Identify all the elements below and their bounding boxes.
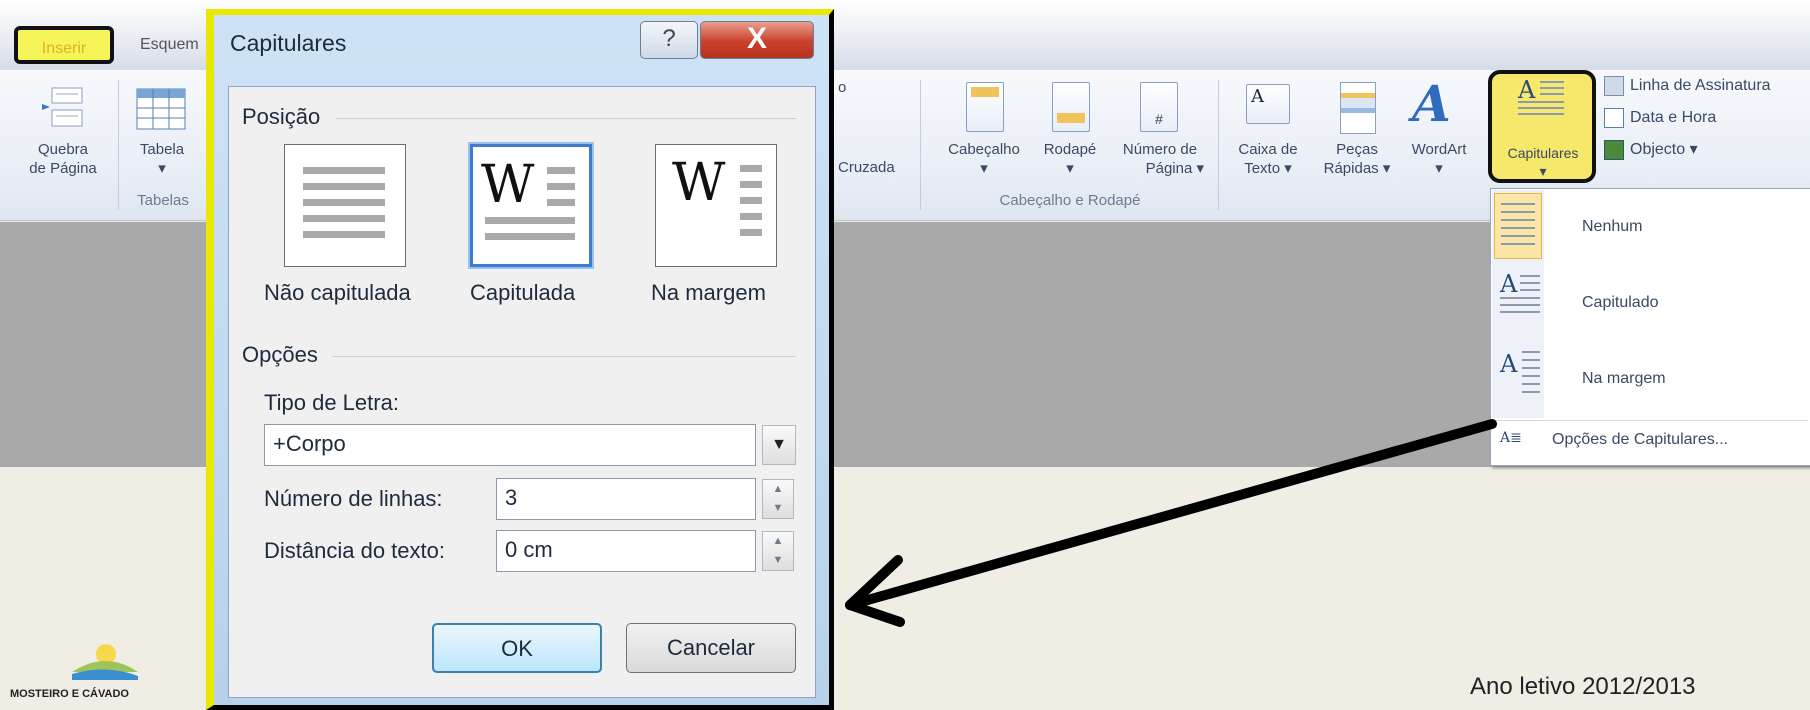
school-logo-text: MOSTEIRO E CÁVADO [10,688,129,700]
pointer-arrow [845,419,1497,627]
school-year-footer: Ano letivo 2012/2013 [1470,673,1696,700]
school-logo-icon [70,640,140,680]
